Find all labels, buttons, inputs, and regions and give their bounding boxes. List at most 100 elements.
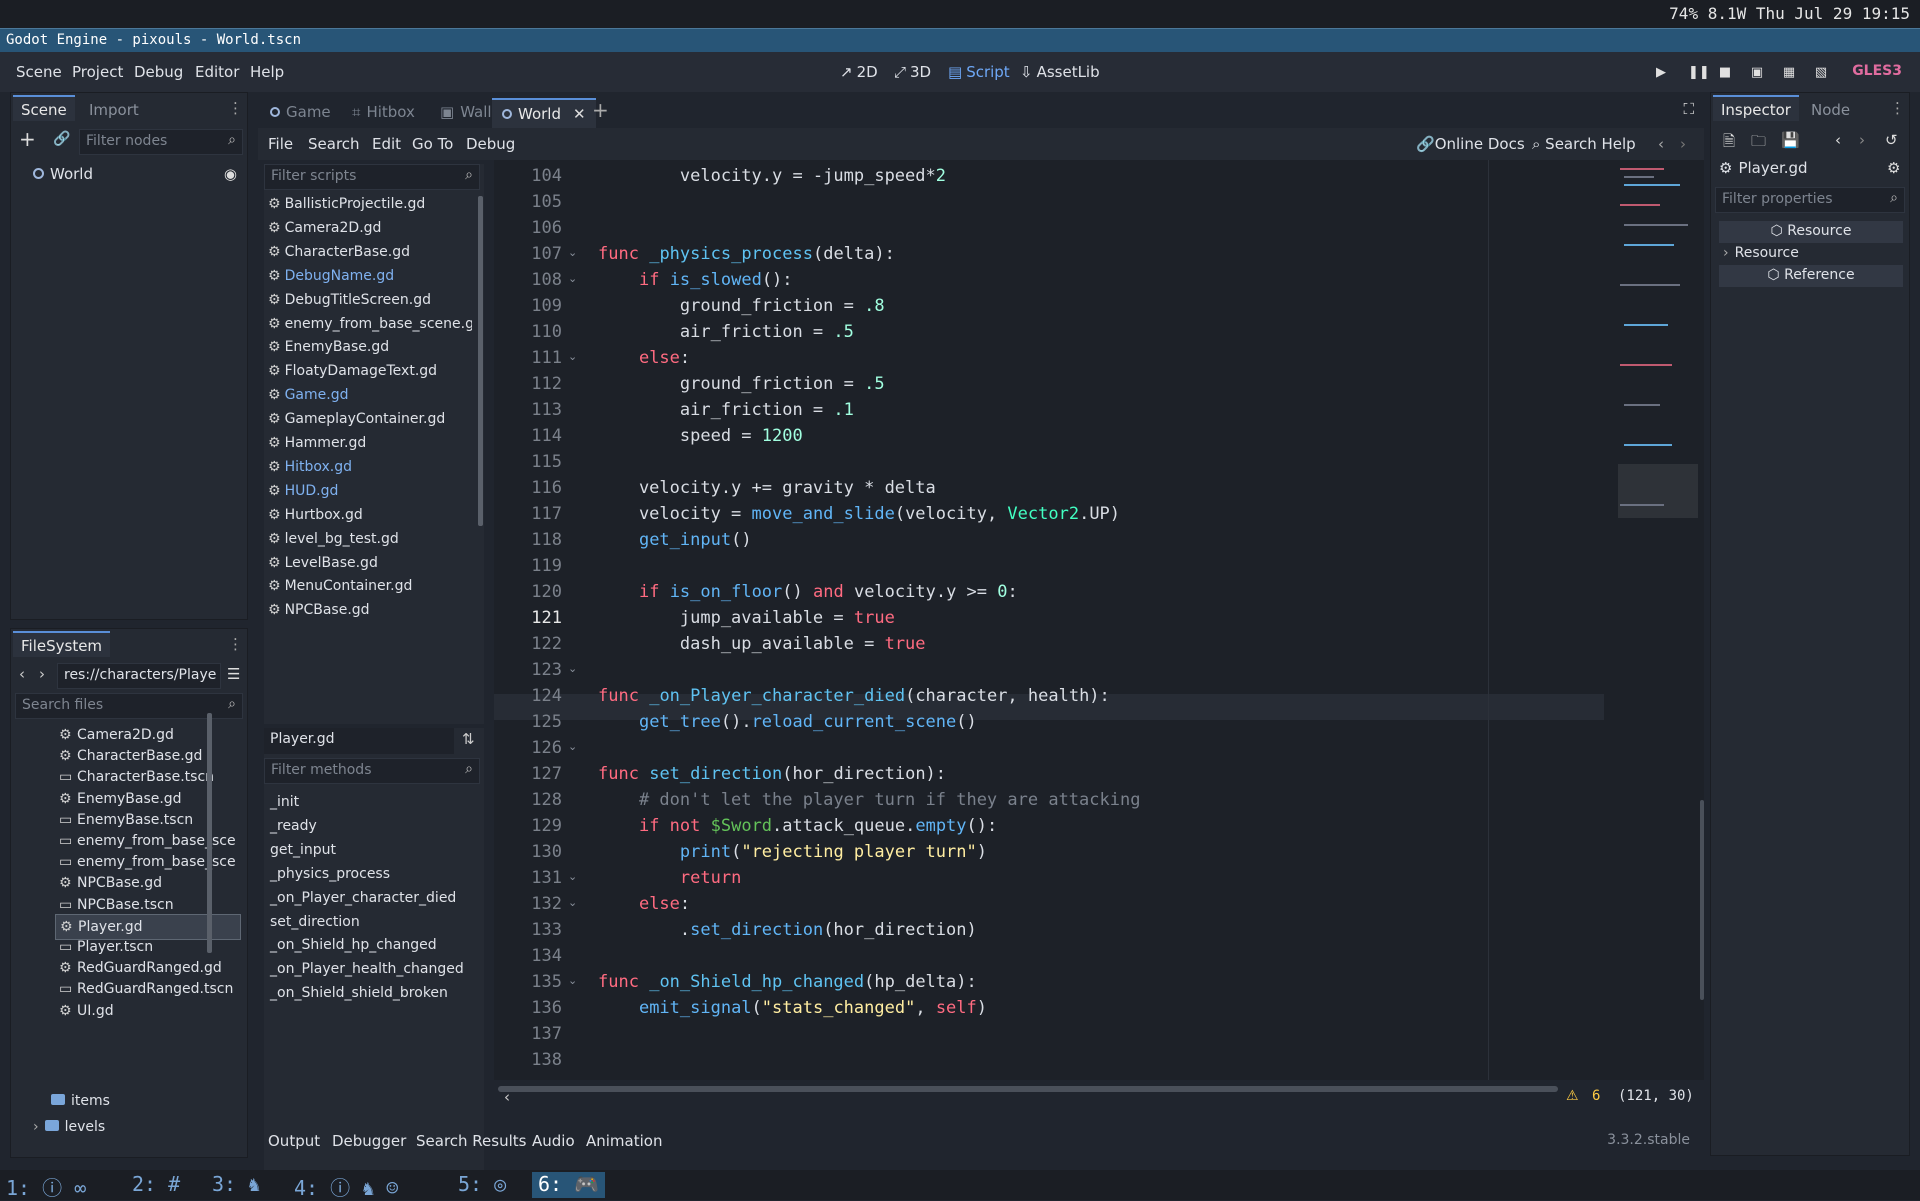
open-folder-icon[interactable]: 🗀 — [1751, 131, 1766, 156]
script-list-item[interactable]: ⚙ CharacterBase.gd — [268, 244, 472, 268]
tab-search-results[interactable]: Search Results — [416, 1132, 526, 1150]
script-list-item[interactable]: ⚙ FloatyDamageText.gd — [268, 363, 472, 387]
script-list-scrollbar[interactable] — [478, 196, 483, 526]
warning-icon[interactable]: ⚠ — [1566, 1088, 1579, 1104]
method-list-item[interactable]: _ready — [270, 818, 317, 834]
dock-menu-icon[interactable]: ⋮ — [1890, 99, 1905, 117]
script-list-item[interactable]: ⚙ Hitbox.gd — [268, 459, 472, 483]
close-icon[interactable]: ✕ — [573, 105, 586, 123]
scene-tree-item-world[interactable]: World — [33, 165, 93, 183]
dock-menu-icon[interactable]: ⋮ — [228, 99, 243, 117]
renderer-label[interactable]: GLES3 — [1852, 63, 1902, 79]
history-back-icon[interactable]: ‹ — [1658, 135, 1664, 153]
play-scene-icon[interactable]: ▦ — [1782, 66, 1796, 80]
script-list-item[interactable]: ⚙ LevelBase.gd — [268, 555, 472, 579]
menu-project[interactable]: Project — [72, 63, 123, 81]
filter-scripts-input[interactable]: Filter scripts ⌕ — [264, 164, 480, 190]
tab-animation[interactable]: Animation — [586, 1132, 662, 1150]
menu-scene[interactable]: Scene — [16, 63, 62, 81]
sort-icon[interactable]: ⇅ — [462, 730, 475, 748]
code-minimap[interactable] — [1618, 164, 1698, 524]
script-list-item[interactable]: ⚙ NPCBase.gd — [268, 602, 472, 626]
tab-game[interactable]: Game — [260, 98, 341, 128]
workspace-3[interactable]: 3: ♞ — [206, 1172, 266, 1198]
script-list-item[interactable]: ⚙ MenuContainer.gd — [268, 578, 472, 602]
history-icon[interactable]: ↺ — [1885, 131, 1898, 149]
online-docs-button[interactable]: 🔗Online Docs — [1416, 135, 1525, 153]
workspace-assetlib-button[interactable]: ⇩ AssetLib — [1020, 63, 1100, 81]
filter-properties-input[interactable]: Filter properties ⌕ — [1715, 187, 1905, 213]
code-horizontal-scrollbar[interactable] — [498, 1086, 1558, 1092]
inspected-resource[interactable]: ⚙ Player.gd — [1719, 159, 1808, 177]
tab-inspector[interactable]: Inspector — [1713, 95, 1799, 121]
script-list-item[interactable]: ⚙ BallisticProjectile.gd — [268, 196, 472, 220]
code-editor[interactable]: 104 105 106 107 108 109 110 111 112 113 114 115 116 1… — [494, 160, 1704, 1080]
dock-menu-icon[interactable]: ⋮ — [228, 635, 243, 653]
script-list-item[interactable]: ⚙ GameplayContainer.gd — [268, 411, 472, 435]
script-menu-debug[interactable]: Debug — [466, 135, 515, 153]
back-icon[interactable]: ‹ — [19, 665, 25, 683]
play-custom-scene-icon[interactable]: ▧ — [1814, 66, 1828, 80]
script-list-item[interactable]: ⚙ level_bg_test.gd — [268, 531, 472, 555]
filter-methods-input[interactable]: Filter methods ⌕ — [264, 758, 480, 784]
tab-node[interactable]: Node — [1803, 97, 1858, 123]
script-menu-edit[interactable]: Edit — [372, 135, 401, 153]
method-list-item[interactable]: _on_Shield_shield_broken — [270, 985, 448, 1001]
script-menu-file[interactable]: File — [268, 135, 293, 153]
fullscreen-icon[interactable]: ⛶ — [1683, 100, 1694, 118]
minimap-viewport[interactable] — [1618, 464, 1698, 518]
add-node-icon[interactable]: + — [19, 127, 36, 151]
menu-debug[interactable]: Debug — [134, 63, 183, 81]
script-list-item[interactable]: ⚙ Hurtbox.gd — [268, 507, 472, 531]
workspace-5[interactable]: 5: ◎ — [452, 1172, 512, 1198]
pause-icon[interactable]: ❚❚ — [1688, 66, 1710, 80]
split-mode-icon[interactable]: ☰ — [227, 665, 240, 683]
script-list-item[interactable]: ⚙ HUD.gd — [268, 483, 472, 507]
inspector-section-resource[interactable]: › Resource — [1719, 243, 1903, 265]
method-list-item[interactable]: _on_Player_health_changed — [270, 961, 464, 977]
menu-editor[interactable]: Editor — [195, 63, 239, 81]
file-item[interactable]: ⚙ UI.gd — [55, 999, 241, 1025]
script-list-item[interactable]: ⚙ Hammer.gd — [268, 435, 472, 459]
method-list-item[interactable]: _on_Shield_hp_changed — [270, 937, 437, 953]
history-forward-icon[interactable]: › — [1680, 135, 1686, 153]
tab-import[interactable]: Import — [81, 97, 147, 123]
fold-arrow-icon[interactable]: ⌄ — [568, 350, 577, 363]
workspace-1[interactable]: 1: ⓘ ∞ — [0, 1172, 92, 1200]
search-help-button[interactable]: ⌕ Search Help — [1532, 135, 1636, 153]
path-input[interactable]: res://characters/Playe — [57, 663, 221, 689]
tab-wall[interactable]: ▣ Wall — [430, 98, 502, 128]
folder-items[interactable]: items — [51, 1093, 110, 1109]
tab-hitbox[interactable]: ⌗ Hitbox — [342, 98, 425, 128]
method-list-item[interactable]: _on_Player_character_died — [270, 890, 456, 906]
tab-output[interactable]: Output — [268, 1132, 320, 1150]
filter-nodes-input[interactable]: Filter nodes ⌕ — [79, 129, 243, 155]
workspace-script-button[interactable]: ▤ Script — [948, 63, 1010, 81]
tab-audio[interactable]: Audio — [532, 1132, 575, 1150]
menu-help[interactable]: Help — [250, 63, 284, 81]
method-list-item[interactable]: _physics_process — [270, 866, 390, 882]
code-vertical-scrollbar[interactable] — [1700, 800, 1704, 1000]
workspace-2[interactable]: 2: # — [126, 1172, 186, 1198]
script-list-item[interactable]: ⚙ Camera2D.gd — [268, 220, 472, 244]
fold-arrow-icon[interactable]: ⌄ — [568, 246, 577, 259]
add-tab-icon[interactable]: + — [592, 98, 609, 122]
visibility-eye-icon[interactable]: ◉ — [224, 165, 237, 183]
object-properties-icon[interactable]: ⚙ — [1887, 159, 1900, 177]
save-icon[interactable]: 💾 — [1781, 131, 1800, 149]
workspace-2d-button[interactable]: ↗ 2D — [840, 63, 878, 81]
method-list-item[interactable]: set_direction — [270, 914, 360, 930]
new-resource-icon[interactable]: 🗎 — [1723, 131, 1735, 156]
fold-arrow-icon[interactable]: ⌄ — [568, 740, 577, 753]
method-list-item[interactable]: get_input — [270, 842, 336, 858]
method-list-item[interactable]: _init — [270, 794, 299, 810]
play-html5-icon[interactable]: ▣ — [1750, 66, 1764, 80]
tab-filesystem[interactable]: FileSystem — [13, 631, 111, 657]
script-list-item[interactable]: ⚙ EnemyBase.gd — [268, 339, 472, 363]
forward-icon[interactable]: › — [39, 665, 45, 683]
script-list-item[interactable]: ⚙ DebugName.gd — [268, 268, 472, 292]
fold-arrow-icon[interactable]: ⌄ — [568, 870, 577, 883]
fold-arrow-icon[interactable]: ⌄ — [568, 974, 577, 987]
collapse-panel-icon[interactable]: ‹ — [504, 1088, 510, 1106]
workspace-6[interactable]: 6: 🎮 — [532, 1172, 606, 1198]
